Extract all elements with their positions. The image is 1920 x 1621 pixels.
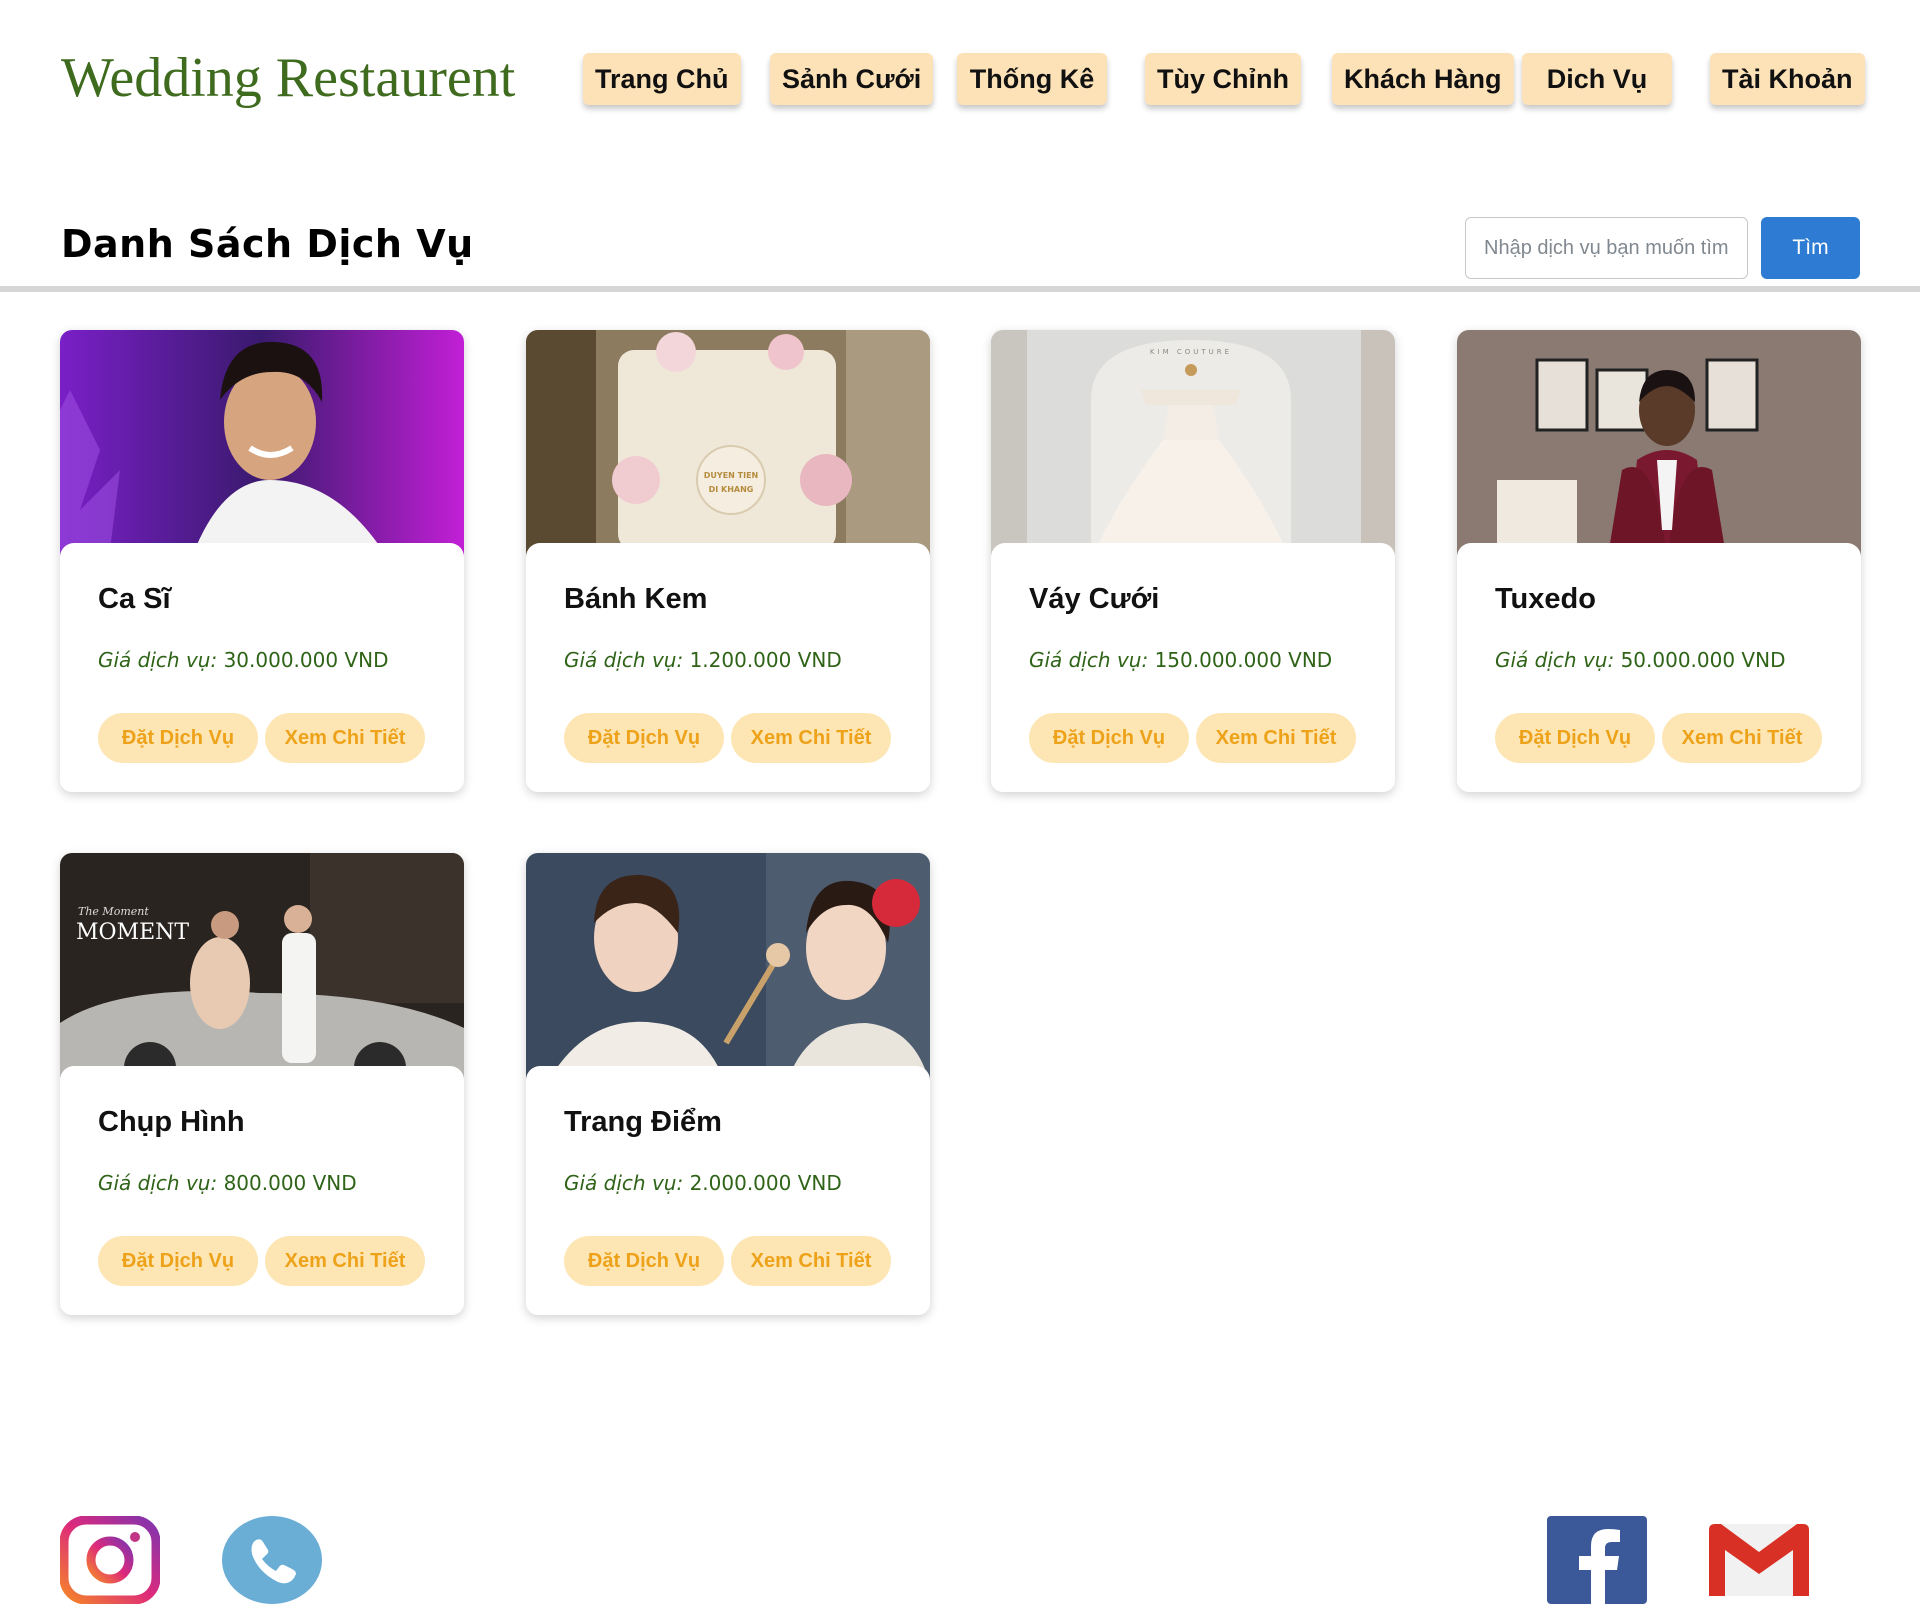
service-name: Tuxedo xyxy=(1495,583,1596,615)
nav-item-halls[interactable]: Sảnh Cưới xyxy=(770,53,934,105)
card-body: Tuxedo Giá dịch vụ: 50.000.000 VND Đặt D… xyxy=(1457,543,1861,792)
main-nav: Trang Chủ Sảnh Cưới Thống Kê Tùy Chỉnh K… xyxy=(0,53,1920,107)
nav-item-home[interactable]: Trang Chủ xyxy=(583,53,741,105)
instagram-icon[interactable] xyxy=(60,1516,160,1604)
search-button[interactable]: Tìm xyxy=(1761,217,1860,279)
card-body: Ca Sĩ Giá dịch vụ: 30.000.000 VND Đặt Dị… xyxy=(60,543,464,792)
nav-item-customize[interactable]: Tùy Chỉnh xyxy=(1145,53,1301,105)
price-value: 50.000.000 VND xyxy=(1620,648,1786,672)
card-body: Chụp Hình Giá dịch vụ: 800.000 VND Đặt D… xyxy=(60,1066,464,1315)
service-price: Giá dịch vụ: 800.000 VND xyxy=(98,1171,357,1195)
cake-photo: DUYEN TIEN DI KHANG xyxy=(526,330,930,562)
service-price: Giá dịch vụ: 30.000.000 VND xyxy=(98,648,388,672)
service-name: Chụp Hình xyxy=(98,1106,245,1138)
tuxedo-photo xyxy=(1457,330,1861,562)
service-price: Giá dịch vụ: 150.000.000 VND xyxy=(1029,648,1332,672)
service-name: Bánh Kem xyxy=(564,583,708,615)
view-detail-button[interactable]: Xem Chi Tiết xyxy=(731,713,891,763)
header: Wedding Restaurent Trang Chủ Sảnh Cưới T… xyxy=(0,0,1920,160)
card-body: Váy Cưới Giá dịch vụ: 150.000.000 VND Đặ… xyxy=(991,543,1395,792)
service-card-singer: Ca Sĩ Giá dịch vụ: 30.000.000 VND Đặt Dị… xyxy=(60,330,464,792)
price-value: 150.000.000 VND xyxy=(1154,648,1333,672)
price-value: 30.000.000 VND xyxy=(223,648,389,672)
price-label: Giá dịch vụ: xyxy=(98,1171,218,1195)
order-service-button[interactable]: Đặt Dịch Vụ xyxy=(98,713,258,763)
service-card-wedding-dress: KIM COUTURE Váy Cưới Giá dịch vụ: 150.00… xyxy=(991,330,1395,792)
price-label: Giá dịch vụ: xyxy=(98,648,218,672)
service-name: Trang Điểm xyxy=(564,1106,722,1138)
service-card-tuxedo: Tuxedo Giá dịch vụ: 50.000.000 VND Đặt D… xyxy=(1457,330,1861,792)
cake-text-bottom: DI KHANG xyxy=(709,485,754,494)
photo-title-text: MOMENT xyxy=(76,920,189,945)
price-value: 1.200.000 VND xyxy=(689,648,842,672)
service-name: Ca Sĩ xyxy=(98,583,171,615)
price-label: Giá dịch vụ: xyxy=(564,1171,684,1195)
service-price: Giá dịch vụ: 2.000.000 VND xyxy=(564,1171,842,1195)
price-label: Giá dịch vụ: xyxy=(1495,648,1615,672)
search-input[interactable] xyxy=(1465,217,1748,279)
facebook-icon[interactable] xyxy=(1547,1516,1647,1604)
view-detail-button[interactable]: Xem Chi Tiết xyxy=(1662,713,1822,763)
view-detail-button[interactable]: Xem Chi Tiết xyxy=(1196,713,1356,763)
order-service-button[interactable]: Đặt Dịch Vụ xyxy=(564,1236,724,1286)
price-value: 2.000.000 VND xyxy=(689,1171,842,1195)
section-divider xyxy=(0,286,1920,292)
order-service-button[interactable]: Đặt Dịch Vụ xyxy=(1495,713,1655,763)
price-label: Giá dịch vụ: xyxy=(564,648,684,672)
photo-script-text: The Moment xyxy=(78,905,149,918)
card-body: Bánh Kem Giá dịch vụ: 1.200.000 VND Đặt … xyxy=(526,543,930,792)
photography-photo: The Moment MOMENT xyxy=(60,853,464,1085)
price-label: Giá dịch vụ: xyxy=(1029,648,1149,672)
cake-text-top: DUYEN TIEN xyxy=(704,471,758,480)
service-price: Giá dịch vụ: 50.000.000 VND xyxy=(1495,648,1785,672)
view-detail-button[interactable]: Xem Chi Tiết xyxy=(265,713,425,763)
makeup-photo xyxy=(526,853,930,1085)
service-name: Váy Cưới xyxy=(1029,583,1160,615)
dress-brand-text: KIM COUTURE xyxy=(1150,348,1232,356)
gmail-icon[interactable] xyxy=(1709,1516,1809,1604)
nav-item-customers[interactable]: Khách Hàng xyxy=(1332,53,1514,105)
service-price: Giá dịch vụ: 1.200.000 VND xyxy=(564,648,842,672)
view-detail-button[interactable]: Xem Chi Tiết xyxy=(731,1236,891,1286)
service-card-photography: The Moment MOMENT Chụp Hình Giá dịch vụ:… xyxy=(60,853,464,1315)
order-service-button[interactable]: Đặt Dịch Vụ xyxy=(98,1236,258,1286)
page-title: Danh Sách Dịch Vụ xyxy=(61,222,474,266)
wedding-dress-photo: KIM COUTURE xyxy=(991,330,1395,562)
nav-item-account[interactable]: Tài Khoản xyxy=(1710,53,1865,105)
phone-icon[interactable] xyxy=(222,1516,322,1604)
view-detail-button[interactable]: Xem Chi Tiết xyxy=(265,1236,425,1286)
price-value: 800.000 VND xyxy=(223,1171,357,1195)
order-service-button[interactable]: Đặt Dịch Vụ xyxy=(564,713,724,763)
nav-item-services[interactable]: Dich Vụ xyxy=(1522,53,1672,105)
service-card-makeup: Trang Điểm Giá dịch vụ: 2.000.000 VND Đặ… xyxy=(526,853,930,1315)
order-service-button[interactable]: Đặt Dịch Vụ xyxy=(1029,713,1189,763)
service-card-cake: DUYEN TIEN DI KHANG Bánh Kem Giá dịch vụ… xyxy=(526,330,930,792)
singer-photo xyxy=(60,330,464,562)
nav-item-statistics[interactable]: Thống Kê xyxy=(957,53,1107,105)
card-body: Trang Điểm Giá dịch vụ: 2.000.000 VND Đặ… xyxy=(526,1066,930,1315)
